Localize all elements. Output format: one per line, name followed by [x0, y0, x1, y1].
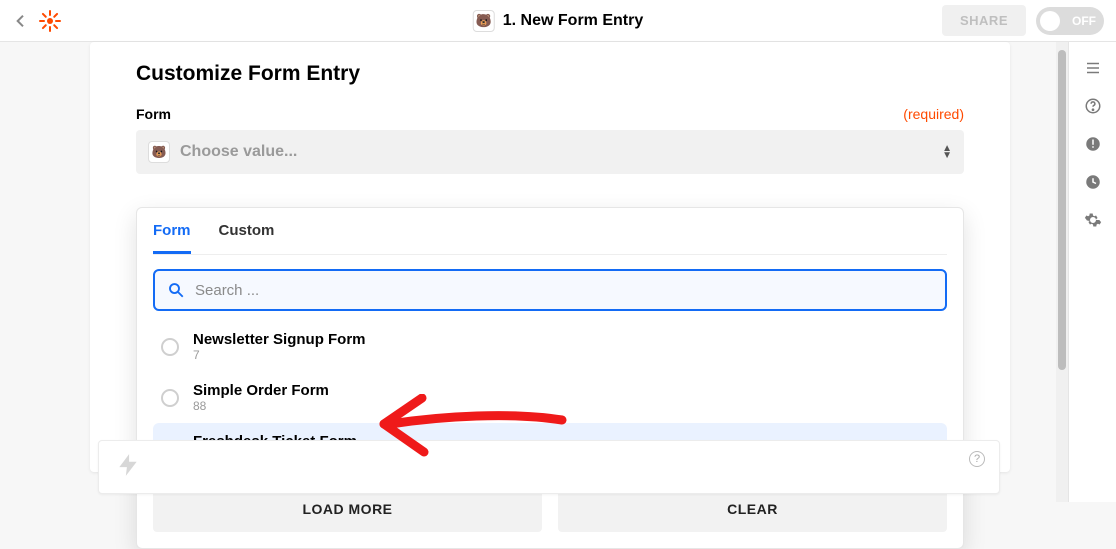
help-icon[interactable]: ? [969, 451, 985, 467]
toggle-knob [1040, 11, 1060, 31]
search-icon [167, 281, 185, 299]
required-label: (required) [903, 106, 964, 122]
publish-toggle[interactable]: OFF [1036, 7, 1104, 35]
outline-icon[interactable] [1083, 58, 1103, 78]
editor-card: Customize Form Entry Form (required) 🐻 C… [90, 42, 1010, 472]
help-icon[interactable] [1083, 96, 1103, 116]
search-row[interactable] [153, 269, 947, 311]
wpforms-icon: 🐻 [148, 141, 170, 163]
radio-icon [161, 338, 179, 356]
right-sidebar [1068, 42, 1116, 502]
settings-icon[interactable] [1083, 210, 1103, 230]
option-id: 7 [193, 348, 366, 362]
zapier-logo-icon[interactable] [38, 9, 62, 33]
share-button[interactable]: SHARE [942, 5, 1026, 36]
option-id: 88 [193, 399, 329, 413]
field-label: Form [136, 106, 171, 122]
top-bar: 🐻 1. New Form Entry SHARE OFF [0, 0, 1116, 42]
scrollbar-track[interactable] [1056, 42, 1068, 502]
dropdown-panel: Form Custom Newsletter Signup Form 7 Sim… [136, 207, 964, 549]
form-select[interactable]: 🐻 Choose value... ▲▼ [136, 130, 964, 174]
toggle-label: OFF [1072, 14, 1096, 28]
option-item[interactable]: Simple Order Form 88 [153, 372, 947, 423]
next-step-card[interactable]: ? [98, 440, 1000, 494]
select-placeholder: Choose value... [180, 143, 297, 161]
alert-icon[interactable] [1083, 134, 1103, 154]
option-item[interactable]: Newsletter Signup Form 7 [153, 321, 947, 372]
wpforms-icon: 🐻 [473, 10, 495, 32]
card-title: Customize Form Entry [136, 62, 964, 86]
scrollbar-thumb[interactable] [1058, 50, 1066, 370]
radio-icon [161, 389, 179, 407]
history-icon[interactable] [1083, 172, 1103, 192]
tab-form[interactable]: Form [153, 222, 191, 254]
action-icon [115, 452, 141, 483]
option-title: Newsletter Signup Form [193, 331, 366, 348]
updown-icon: ▲▼ [942, 145, 952, 159]
step-title: 1. New Form Entry [503, 12, 643, 30]
back-icon[interactable] [12, 12, 30, 30]
search-input[interactable] [195, 282, 933, 299]
step-header: 🐻 1. New Form Entry [473, 10, 643, 32]
option-title: Simple Order Form [193, 382, 329, 399]
tab-custom[interactable]: Custom [219, 222, 275, 254]
